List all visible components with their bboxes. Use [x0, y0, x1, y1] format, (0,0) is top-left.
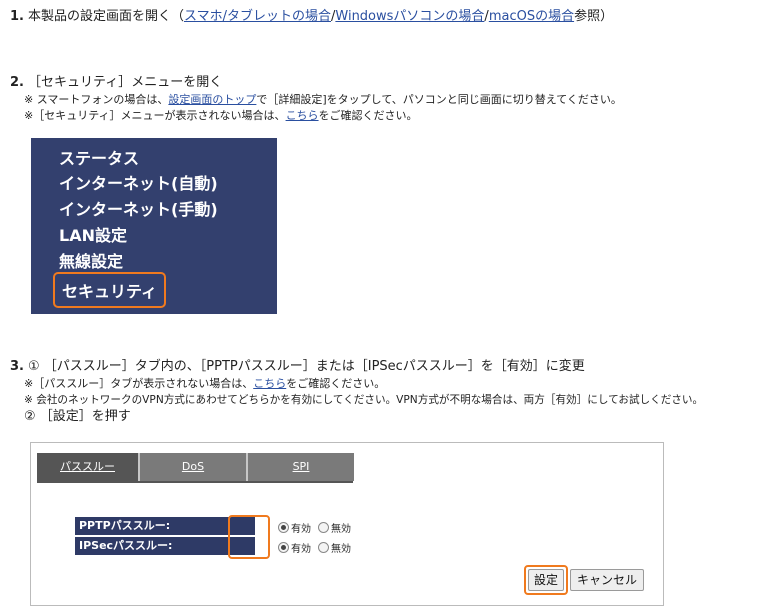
menu-item-security[interactable]: セキュリティ — [53, 272, 167, 308]
step-3-sub-2: ② ［設定］を押す — [24, 409, 131, 424]
tab-spi[interactable]: SPI — [248, 453, 354, 481]
step-3-note-2: ※ 会社のネットワークのVPN方式にあわせてどちらかを有効にしてください。VPN… — [24, 394, 704, 406]
step-3-note-1-after: をご確認ください。 — [286, 377, 386, 390]
passthrough-help-link[interactable]: こちら — [253, 377, 286, 390]
step-2-note-1: ※ スマートフォンの場合は、設定画面のトップで［詳細設定]をタップして、パソコン… — [24, 92, 622, 108]
step-2-note-2-after: をご確認ください。 — [318, 109, 418, 122]
ipsec-enable-label: 有効 — [291, 544, 311, 555]
menu-item-status[interactable]: ステータス — [59, 145, 139, 169]
step-2: 2. ［セキュリティ］メニューを開く ※ スマートフォンの場合は、設定画面のトップ… — [10, 74, 622, 124]
step-3-title-row: 3. ① ［パススルー］タブ内の、［PPTPパススルー］または［IPSecパススル… — [10, 358, 703, 376]
step-3-title: ① ［パススルー］タブ内の、［PPTPパススルー］または［IPSecパススルー］… — [27, 359, 585, 374]
page: 1. 本製品の設定画面を開く（スマホ/タブレットの場合/Windowsパソコンの場… — [0, 0, 773, 610]
step-2-title-row: 2. ［セキュリティ］メニューを開く — [10, 74, 622, 92]
enable-highlight — [228, 515, 270, 559]
step-1-title: 1. 本製品の設定画面を開く（スマホ/タブレットの場合/Windowsパソコンの場… — [10, 8, 613, 26]
cancel-button[interactable]: キャンセル — [570, 569, 644, 591]
smartphone-link[interactable]: スマホ/タブレットの場合 — [184, 9, 331, 24]
pptp-disable-radio[interactable] — [318, 522, 329, 533]
menu-item-wireless[interactable]: 無線設定 — [59, 248, 123, 272]
settings-top-link[interactable]: 設定画面のトップ — [168, 93, 256, 106]
step-3-note-1: ※［パススルー］タブが表示されない場合は、こちらをご確認ください。 — [24, 376, 703, 392]
settings-menu: ステータス インターネット(自動) インターネット(手動) LAN設定 無線設定… — [31, 138, 277, 314]
step-2-note-1-before: ※ スマートフォンの場合は、 — [24, 93, 169, 106]
step-1-number: 1. — [10, 9, 24, 24]
step-2-number: 2. — [10, 75, 24, 90]
ipsec-radios: 有効 無効 — [278, 540, 358, 555]
step-3-number: 3. — [10, 359, 24, 374]
menu-item-internet-auto[interactable]: インターネット(自動) — [59, 170, 218, 194]
step-1-text-after: 参照） — [574, 9, 614, 24]
passthrough-panel: パススルー DoS SPI PPTPパススルー: 有効 無効 IPSecパススルー… — [30, 442, 664, 606]
step-1: 1. 本製品の設定画面を開く（スマホ/タブレットの場合/Windowsパソコンの場… — [10, 8, 613, 26]
step-2-title: ［セキュリティ］メニューを開く — [27, 75, 223, 90]
step-2-note-1-after: で［詳細設定]をタップして、パソコンと同じ画面に切り替えてください。 — [256, 93, 622, 106]
pptp-enable-radio[interactable] — [278, 522, 289, 533]
tab-rule — [37, 481, 353, 483]
macos-link[interactable]: macOSの場合 — [489, 9, 574, 24]
security-help-link[interactable]: こちら — [286, 109, 319, 122]
ipsec-disable-radio[interactable] — [318, 542, 329, 553]
tab-passthrough[interactable]: パススルー — [37, 453, 140, 481]
menu-item-internet-manual[interactable]: インターネット(手動) — [59, 196, 218, 220]
apply-highlight — [524, 565, 568, 595]
step-3: 3. ① ［パススルー］タブ内の、［PPTPパススルー］または［IPSecパススル… — [10, 358, 703, 426]
tab-dos[interactable]: DoS — [140, 453, 248, 481]
step-2-note-2-before: ※［セキュリティ］メニューが表示されない場合は、 — [24, 109, 286, 122]
pptp-disable-label: 無効 — [331, 524, 351, 535]
ipsec-disable-label: 無効 — [331, 544, 351, 555]
step-3-note-1-before: ※［パススルー］タブが表示されない場合は、 — [24, 377, 254, 390]
windows-link[interactable]: Windowsパソコンの場合 — [335, 9, 484, 24]
pptp-radios: 有効 無効 — [278, 520, 358, 535]
menu-item-lan[interactable]: LAN設定 — [59, 222, 127, 246]
pptp-enable-label: 有効 — [291, 524, 311, 535]
ipsec-enable-radio[interactable] — [278, 542, 289, 553]
panel-tabs: パススルー DoS SPI — [37, 453, 354, 481]
step-1-text-before: 本製品の設定画面を開く（ — [27, 9, 184, 24]
step-2-note-2: ※［セキュリティ］メニューが表示されない場合は、こちらをご確認ください。 — [24, 108, 622, 124]
